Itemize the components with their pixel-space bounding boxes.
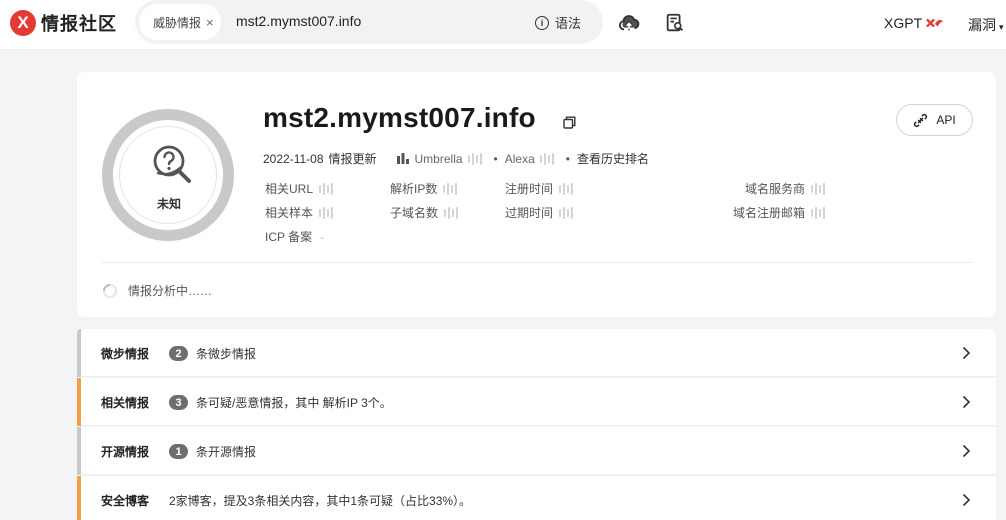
syntax-label: 语法 [555, 16, 582, 31]
chevron-right-icon[interactable] [959, 444, 973, 458]
api-button[interactable]: API [896, 104, 973, 136]
section-row-related[interactable]: 相关情报 3 条可疑/恶意情报，其中 解析IP 3个。 [77, 378, 996, 426]
registrar-field: 域名服务商 [745, 180, 830, 197]
section-desc: 条开源情报 [196, 445, 257, 459]
api-label: API [936, 113, 956, 127]
section-row-opensource[interactable]: 开源情报 1 条开源情报 [77, 427, 996, 475]
count-badge: 3 [169, 395, 188, 410]
chevron-right-icon[interactable] [959, 493, 973, 507]
chevron-right-icon[interactable] [959, 395, 973, 409]
registrant-email-field: 域名注册邮箱 [733, 204, 830, 221]
icp-value: - [320, 229, 325, 244]
section-title: 开源情报 [101, 445, 150, 459]
brand-logo[interactable]: X 情报社区 [10, 10, 117, 36]
brand-name: 情报社区 [41, 14, 117, 34]
umbrella-rank-placeholder [467, 152, 482, 165]
chevron-right-icon[interactable] [959, 346, 973, 360]
section-stripe [77, 476, 81, 520]
loading-text: 情报分析中…… [128, 284, 213, 298]
bar-chart-icon [396, 153, 409, 164]
summary-card: 未知 mst2.mymst007.info API 2022-11-08 情报更… [77, 72, 996, 317]
divider [102, 262, 972, 263]
syntax-button[interactable]: i 语法 [535, 13, 581, 32]
info-icon: i [535, 15, 549, 30]
register-time-field: 注册时间 [505, 180, 578, 197]
xgpt-link[interactable]: XGPT [884, 15, 944, 31]
vuln-label: 漏洞 [968, 17, 996, 33]
verdict-ring: 未知 [102, 109, 234, 241]
umbrella-label: Umbrella [414, 151, 463, 166]
alexa-label: Alexa [504, 151, 535, 166]
search-type-chip[interactable]: 威胁情报 × [139, 4, 221, 40]
section-desc: 条可疑/恶意情报，其中 解析IP 3个。 [196, 396, 392, 410]
search-type-label: 威胁情报 [153, 15, 202, 30]
count-badge: 2 [169, 346, 188, 361]
subdomain-count-field: 子域名数 [390, 204, 463, 221]
section-row-threatbook[interactable]: 微步情报 2 条微步情报 [77, 329, 996, 377]
xgpt-logo-icon [926, 18, 944, 28]
updated-label: 情报更新 [328, 152, 377, 166]
verdict-label: 未知 [156, 197, 181, 211]
alexa-rank-placeholder [539, 152, 554, 165]
related-url-field: 相关URL [265, 180, 338, 197]
page-title: mst2.mymst007.info [263, 102, 536, 133]
search-box[interactable]: 威胁情报 × mst2.mymst007.info i 语法 [135, 0, 603, 44]
xgpt-label: XGPT [884, 15, 923, 31]
vuln-menu[interactable]: 漏洞 ▾ [968, 15, 1004, 35]
analysis-status: 情报分析中…… [102, 282, 212, 299]
icp-field: ICP 备案 - [265, 229, 325, 245]
section-row-blog[interactable]: 安全博客 2家博客，提及3条相关内容，其中1条可疑（占比33%）。 [77, 476, 996, 520]
section-title: 安全博客 [101, 494, 150, 508]
section-title: 相关情报 [101, 396, 150, 410]
section-stripe [77, 378, 81, 426]
unknown-search-icon [153, 145, 191, 183]
meta-row: 2022-11-08 情报更新 Umbrella • Alexa • 查看历史排… [263, 150, 649, 167]
section-desc: 条微步情报 [196, 347, 257, 361]
history-rank-link[interactable]: 查看历史排名 [577, 150, 649, 167]
section-stripe [77, 427, 81, 475]
related-samples-field: 相关样本 [265, 204, 338, 221]
resolved-ip-count-field: 解析IP数 [390, 180, 462, 197]
top-bar: X 情报社区 威胁情报 × mst2.mymst007.info i 语法 XG… [0, 0, 1006, 50]
chevron-down-icon: ▾ [999, 22, 1004, 32]
search-input[interactable]: mst2.mymst007.info [236, 13, 361, 29]
updated-date: 2022-11-08 [263, 151, 324, 166]
section-desc: 2家博客，提及3条相关内容，其中1条可疑（占比33%）。 [169, 494, 472, 508]
link-icon [914, 113, 928, 127]
count-badge: 1 [169, 444, 188, 459]
section-stripe [77, 329, 81, 377]
report-search-icon[interactable] [664, 12, 686, 34]
logo-icon: X [10, 10, 36, 36]
section-title: 微步情报 [101, 347, 150, 361]
copy-icon[interactable] [563, 116, 576, 129]
loading-spinner-icon [103, 283, 117, 298]
expire-time-field: 过期时间 [505, 204, 578, 221]
close-icon[interactable]: × [206, 15, 214, 30]
cloud-upload-icon[interactable] [618, 12, 640, 34]
